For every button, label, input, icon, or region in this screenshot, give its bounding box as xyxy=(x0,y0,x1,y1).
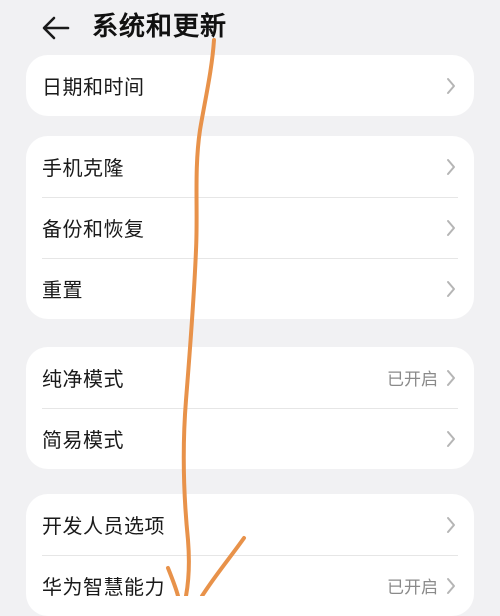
phone-clone-item[interactable]: 手机克隆 xyxy=(26,136,474,197)
top-bar: 系统和更新 xyxy=(0,0,500,56)
reset-item[interactable]: 重置 xyxy=(26,258,474,319)
chevron-right-icon xyxy=(444,278,458,300)
pure-mode-status: 已开启 xyxy=(387,370,438,390)
settings-group-developer: 开发人员选项 华为智慧能力 已开启 xyxy=(26,494,474,616)
back-button[interactable] xyxy=(36,8,76,48)
settings-group-modes: 纯净模式 已开启 简易模式 xyxy=(26,347,474,469)
chevron-right-icon xyxy=(444,217,458,239)
huawei-ai-status: 已开启 xyxy=(387,578,438,598)
chevron-right-icon xyxy=(444,514,458,536)
back-arrow-icon xyxy=(42,16,70,40)
pure-mode-label: 纯净模式 xyxy=(42,367,124,391)
developer-options-item[interactable]: 开发人员选项 xyxy=(26,494,474,555)
simple-mode-label: 简易模式 xyxy=(42,428,124,452)
chevron-right-icon xyxy=(444,367,458,389)
date-time-label: 日期和时间 xyxy=(42,75,145,99)
phone-clone-label: 手机克隆 xyxy=(42,156,124,180)
backup-restore-label: 备份和恢复 xyxy=(42,217,145,241)
page-title: 系统和更新 xyxy=(92,12,228,42)
simple-mode-item[interactable]: 简易模式 xyxy=(26,408,474,469)
settings-group-backup: 手机克隆 备份和恢复 重置 xyxy=(26,136,474,319)
settings-group-date: 日期和时间 xyxy=(26,55,474,116)
chevron-right-icon xyxy=(444,428,458,450)
chevron-right-icon xyxy=(444,75,458,97)
chevron-right-icon xyxy=(444,156,458,178)
date-time-item[interactable]: 日期和时间 xyxy=(26,55,474,116)
huawei-ai-item[interactable]: 华为智慧能力 已开启 xyxy=(26,555,474,616)
backup-restore-item[interactable]: 备份和恢复 xyxy=(26,197,474,258)
reset-label: 重置 xyxy=(42,278,83,302)
chevron-right-icon xyxy=(444,575,458,597)
pure-mode-item[interactable]: 纯净模式 已开启 xyxy=(26,347,474,408)
developer-options-label: 开发人员选项 xyxy=(42,514,165,538)
